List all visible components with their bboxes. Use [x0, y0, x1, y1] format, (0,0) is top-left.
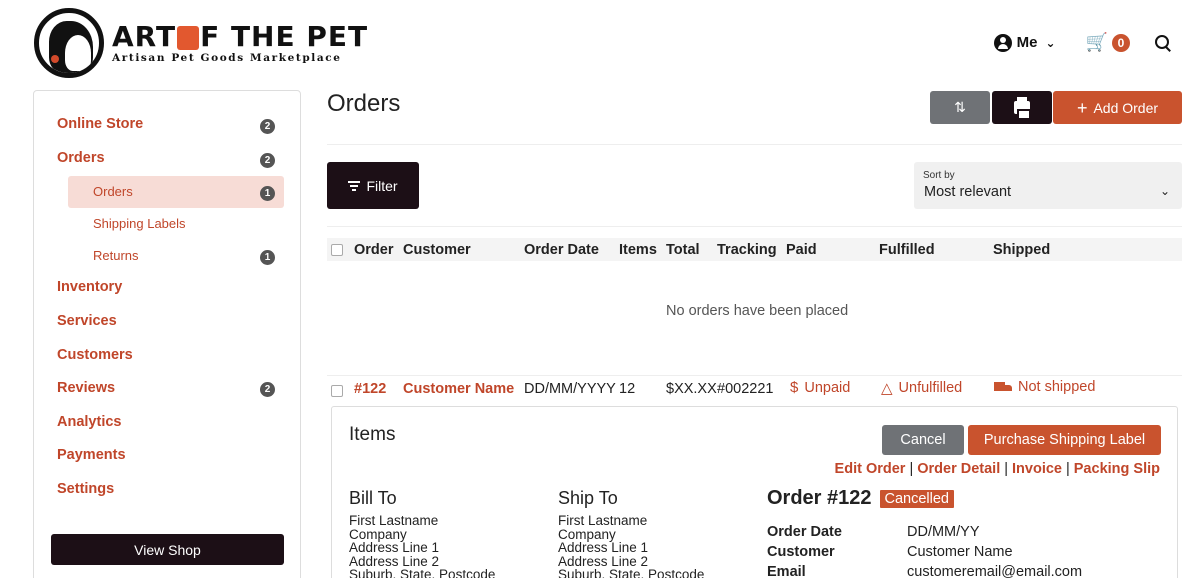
brand-logo[interactable]: ART F THE PET Artisan Pet Goods Marketpl…	[34, 8, 368, 78]
add-order-button[interactable]: + Add Order	[1053, 91, 1182, 124]
sidebar-item-inventory[interactable]: Inventory	[57, 279, 122, 295]
sidebar-badge-orders: 2	[260, 153, 275, 168]
add-order-label: Add Order	[1093, 99, 1159, 116]
tracking-cell: #002221	[717, 381, 774, 397]
order-detail-link[interactable]: Order Detail	[917, 461, 1000, 477]
divider	[327, 375, 1182, 376]
page-title: Orders	[327, 90, 401, 117]
col-total[interactable]: Total	[666, 242, 700, 258]
col-shipped[interactable]: Shipped	[993, 242, 1050, 258]
printer-icon	[1014, 97, 1031, 120]
cart-button[interactable]: 🛒 0	[1086, 32, 1130, 53]
col-customer[interactable]: Customer	[403, 242, 471, 258]
row-checkbox[interactable]	[331, 385, 343, 397]
sidebar-item-settings[interactable]: Settings	[57, 481, 114, 497]
sort-order-button[interactable]: ⇅	[930, 91, 990, 124]
chevron-down-icon: ⌄	[1159, 184, 1170, 198]
sidebar-subitem-shipping-labels[interactable]: Shipping Labels	[93, 216, 186, 231]
edit-order-link[interactable]: Edit Order	[835, 461, 906, 477]
brand-subtitle: Artisan Pet Goods Marketplace	[112, 52, 342, 64]
box-icon: △	[881, 380, 893, 397]
sidebar-subitem-returns[interactable]: Returns	[93, 248, 139, 263]
bill-to-title: Bill To	[349, 488, 397, 508]
user-account-icon	[993, 33, 1012, 52]
chevron-down-icon: ⌄	[1045, 35, 1056, 50]
col-fulfilled[interactable]: Fulfilled	[879, 242, 935, 258]
status-badge: Cancelled	[879, 489, 955, 508]
sidebar: Online Store 2 Orders 2 Orders 1 Shippin…	[33, 90, 301, 578]
sidebar-item-customers[interactable]: Customers	[57, 347, 133, 363]
print-button[interactable]	[992, 91, 1052, 124]
sidebar-item-online-store[interactable]: Online Store	[57, 116, 143, 132]
filter-icon	[348, 181, 361, 191]
divider	[327, 226, 1182, 227]
dollar-icon: $	[790, 379, 799, 396]
sidebar-badge-reviews: 2	[260, 382, 275, 397]
cancel-button[interactable]: Cancel	[882, 425, 964, 455]
shopping-bag-icon	[177, 26, 200, 50]
view-shop-button[interactable]: View Shop	[51, 534, 284, 565]
user-label: Me	[1016, 34, 1038, 51]
order-detail-panel: Items Cancel Purchase Shipping Label Edi…	[331, 406, 1178, 578]
shipped-status: Not shipped	[994, 379, 1095, 395]
sidebar-subitem-orders[interactable]: Orders	[93, 184, 133, 199]
sort-arrows-icon: ⇅	[954, 99, 966, 115]
ship-to-address: First Lastname Company Address Line 1 Ad…	[558, 513, 705, 578]
col-order[interactable]: Order	[354, 242, 394, 258]
sidebar-item-analytics[interactable]: Analytics	[57, 414, 121, 430]
sidebar-item-payments[interactable]: Payments	[57, 447, 126, 463]
cart-count-badge: 0	[1112, 33, 1130, 52]
col-order-date[interactable]: Order Date	[524, 242, 599, 258]
paid-status: $ Unpaid	[790, 379, 851, 396]
col-tracking[interactable]: Tracking	[717, 242, 777, 258]
email-value: customeremail@email.com	[907, 564, 1083, 578]
col-paid[interactable]: Paid	[786, 242, 817, 258]
dog-logo-icon	[34, 8, 104, 78]
items-title: Items	[349, 424, 396, 445]
order-summary-title: Order #122 Cancelled	[767, 487, 955, 510]
sort-by-label: Sort by	[923, 170, 955, 181]
brand-title: ART F THE PET	[112, 20, 369, 53]
orders-table-header: Order Customer Order Date Items Total Tr…	[327, 238, 1182, 261]
sidebar-item-reviews[interactable]: Reviews	[57, 380, 115, 396]
sort-by-value: Most relevant	[924, 184, 1012, 200]
sidebar-item-orders[interactable]: Orders	[57, 150, 105, 166]
sidebar-badge-sub-orders: 1	[260, 186, 275, 201]
user-menu[interactable]: Me ⌄	[993, 33, 1056, 52]
order-date-label: Order Date	[767, 524, 842, 540]
purchase-shipping-label-button[interactable]: Purchase Shipping Label	[968, 425, 1161, 455]
col-items[interactable]: Items	[619, 242, 657, 258]
plus-icon: +	[1076, 97, 1088, 118]
packing-slip-link[interactable]: Packing Slip	[1074, 461, 1160, 477]
sidebar-badge-returns: 1	[260, 250, 275, 265]
email-label: Email	[767, 564, 806, 578]
bill-to-address: First Lastname Company Address Line 1 Ad…	[349, 513, 496, 578]
sidebar-badge-online-store: 2	[260, 119, 275, 134]
sidebar-item-services[interactable]: Services	[57, 313, 117, 329]
customer-value: Customer Name	[907, 544, 1013, 560]
fulfilled-status: △ Unfulfilled	[881, 380, 963, 397]
total-cell: $XX.XX	[666, 381, 717, 397]
truck-icon	[994, 381, 1012, 393]
order-date-cell: DD/MM/YYYY	[524, 381, 616, 397]
divider	[327, 144, 1182, 145]
customer-name-link[interactable]: Customer Name	[403, 381, 514, 397]
order-action-links: Edit Order | Order Detail | Invoice | Packing …	[834, 461, 1160, 477]
search-icon[interactable]	[1154, 34, 1172, 52]
customer-label: Customer	[767, 544, 835, 560]
order-date-value: DD/MM/YY	[907, 524, 980, 540]
sort-by-select[interactable]: Sort by Most relevant ⌄	[914, 162, 1182, 209]
select-all-checkbox[interactable]	[331, 244, 343, 256]
items-cell: 12	[619, 381, 636, 397]
cart-icon: 🛒	[1085, 32, 1108, 52]
filter-button[interactable]: Filter	[327, 162, 419, 209]
empty-orders-message: No orders have been placed	[666, 303, 849, 319]
invoice-link[interactable]: Invoice	[1012, 461, 1062, 477]
filter-label: Filter	[366, 177, 398, 194]
ship-to-title: Ship To	[558, 488, 618, 508]
order-number-link[interactable]: #122	[354, 381, 386, 397]
